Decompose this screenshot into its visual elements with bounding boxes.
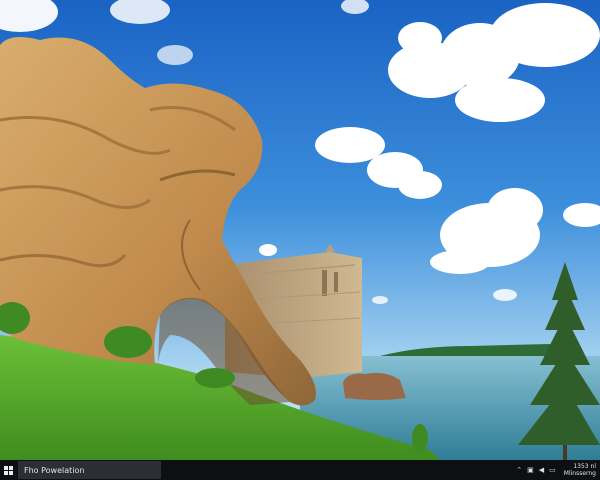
network-icon[interactable]: ▣ <box>527 466 534 474</box>
clock[interactable]: 1353 nl Mlinsserng <box>564 463 596 477</box>
windows-logo-icon <box>3 465 13 475</box>
desktop-wallpaper <box>0 0 600 460</box>
taskbar: Fho Powelation ⌃ ▣ ◀ ▭ 1353 nl Mlinssern… <box>0 460 600 480</box>
taskbar-search-box[interactable]: Fho Powelation <box>18 461 161 479</box>
start-button[interactable] <box>0 460 16 480</box>
system-tray: ⌃ ▣ ◀ ▭ 1353 nl Mlinsserng <box>516 463 600 477</box>
clock-time: 1353 nl <box>573 463 596 470</box>
battery-icon[interactable]: ▭ <box>549 466 556 474</box>
clock-date: Mlinsserng <box>563 470 596 477</box>
search-box-text: Fho Powelation <box>24 465 85 475</box>
landscape-image <box>0 0 600 460</box>
chevron-up-icon[interactable]: ⌃ <box>516 466 522 474</box>
volume-icon[interactable]: ◀ <box>539 466 544 474</box>
